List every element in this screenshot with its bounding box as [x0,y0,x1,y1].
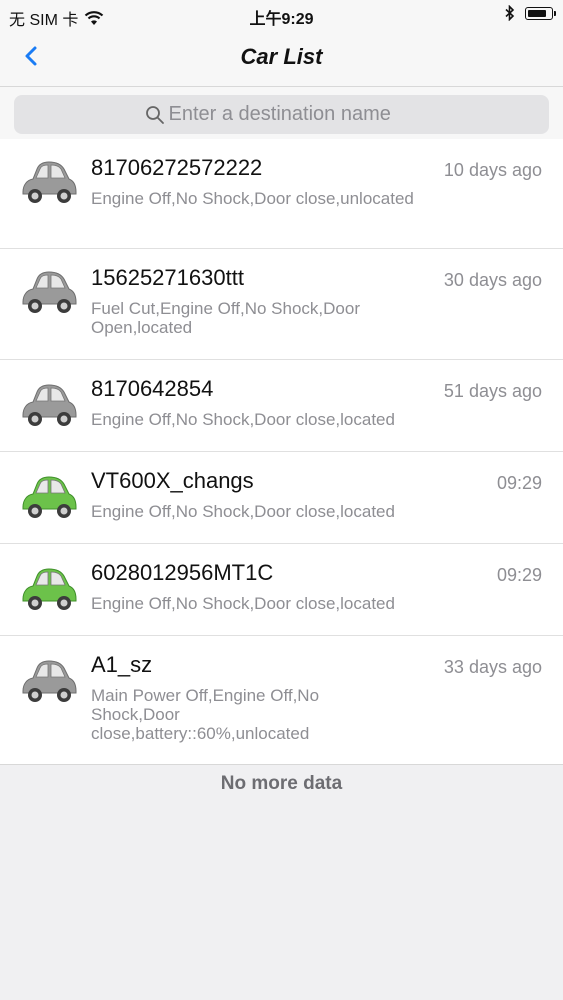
car-name: A1_sz [91,652,153,677]
car-name: 81706272572222 [91,155,263,180]
car-status: Engine Off,No Shock,Door close,located [91,410,395,429]
battery-icon [525,6,556,20]
car-name: 8170642854 [91,376,214,401]
car-time: 09:29 [496,473,542,493]
navigation-bar: Car List [0,30,563,87]
status-time: 上午9:29 [249,11,314,28]
car-time: 33 days ago [443,657,542,677]
car-status: Engine Off,No Shock,Door close,located [91,594,395,613]
list-item[interactable]: 6028012956MT1C Engine Off,No Shock,Door … [0,544,563,636]
page-title: Car List [240,44,323,69]
list-item[interactable]: VT600X_changs Engine Off,No Shock,Door c… [0,452,563,544]
search-input[interactable] [168,103,419,126]
list-item[interactable]: A1_sz Main Power Off,Engine Off,No Shock… [0,636,563,764]
car-time: 09:29 [496,565,542,585]
list-item[interactable]: 8170642854 Engine Off,No Shock,Door clos… [0,360,563,452]
car-status: Engine Off,No Shock,Door close,located [91,502,395,521]
status-bar: 无 SIM 卡 上午9:29 [0,0,563,30]
car-icon [22,660,77,702]
car-name: 6028012956MT1C [91,560,274,585]
car-icon [22,271,77,313]
car-status: Fuel Cut,Engine Off,No Shock,Door Open,l… [91,299,360,337]
car-icon [22,161,77,203]
car-icon [22,384,77,426]
car-icon [22,568,77,610]
car-status: Main Power Off,Engine Off,No Shock,Door … [91,686,320,743]
search-icon [145,105,164,124]
search-box[interactable] [14,95,549,134]
car-icon [22,476,77,518]
car-list: 81706272572222 Engine Off,No Shock,Door … [0,139,563,765]
car-name: VT600X_changs [91,468,254,493]
car-name: 15625271630ttt [91,265,244,290]
car-time: 30 days ago [443,270,542,290]
no-more-data-label: No more data [220,773,343,794]
bluetooth-icon [505,5,515,21]
list-item[interactable]: 81706272572222 Engine Off,No Shock,Door … [0,139,563,249]
search-bar [0,87,563,139]
car-status: Engine Off,No Shock,Door close,unlocated [91,189,414,208]
car-time: 51 days ago [443,381,542,401]
list-item[interactable]: 15625271630ttt Fuel Cut,Engine Off,No Sh… [0,249,563,360]
car-time: 10 days ago [443,160,542,180]
